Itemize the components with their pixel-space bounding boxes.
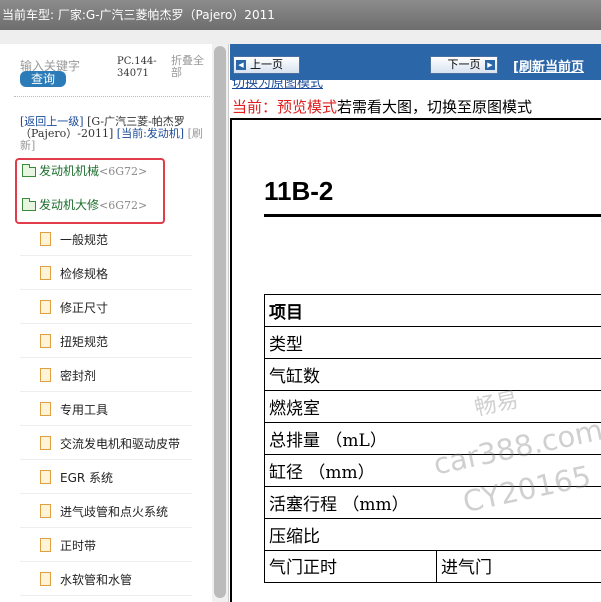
table-row: 燃烧室	[264, 390, 601, 423]
prev-page-button[interactable]: ◀ 上一页	[233, 56, 300, 74]
list-item[interactable]: 密封剂	[20, 358, 192, 392]
collapse-all-link[interactable]: 折叠全部	[171, 55, 211, 79]
next-page-label: 下一页	[447, 58, 481, 71]
table-cell: 活塞行程 （mm）	[264, 486, 601, 519]
refresh-page-link[interactable]: [刷新当前页	[513, 56, 584, 75]
preview-mode-label: 当前：预览模式	[232, 98, 338, 116]
document-icon	[40, 232, 51, 246]
list-item-label: 水软管和水管	[60, 573, 133, 587]
document-icon	[40, 300, 51, 314]
document-icon	[40, 572, 51, 586]
list-item-label: EGR 系统	[60, 471, 114, 485]
list-item-label: 密封剂	[60, 369, 97, 383]
arrow-left-icon: ◀	[236, 60, 246, 70]
list-item[interactable]: 水软管和水管	[20, 562, 192, 596]
document-icon	[40, 402, 51, 416]
window-title: 当前车型: 厂家:G-广汽三菱帕杰罗（Pajero）2011	[0, 0, 601, 30]
folder-code: <6G72>	[99, 165, 148, 178]
spacer-bar	[0, 30, 601, 44]
table-row: 气缸数	[264, 358, 601, 391]
sidebar: 输入关键字 查询 PC.144-34071 折叠全部 [返回上一级] [G-广汽…	[0, 44, 229, 602]
list-item-label: 专用工具	[60, 403, 109, 417]
folder-item-engine-overhaul[interactable]: 发动机大修<6G72>	[22, 196, 147, 214]
list-item[interactable]: 交流发电机和驱动皮带	[20, 426, 192, 460]
table-cell: 进气门	[436, 550, 601, 583]
table-cell: 气门正时	[264, 550, 437, 583]
document-icon	[40, 436, 51, 450]
folder-code: <6G72>	[99, 199, 148, 212]
list-item-label: 修正尺寸	[60, 301, 109, 315]
folder-label: 发动机大修	[39, 198, 100, 212]
current-prefix: [当前:	[116, 127, 147, 140]
list-item-label: 扭矩规范	[60, 335, 109, 349]
table-cell: 燃烧室	[264, 390, 601, 423]
table-row: 类型	[264, 326, 601, 359]
divider	[14, 96, 210, 97]
table-row: 活塞行程 （mm）	[264, 486, 601, 519]
document-icon	[40, 368, 51, 382]
list-item[interactable]: EGR 系统	[20, 460, 192, 494]
table-row: 缸径 （mm）	[264, 454, 601, 487]
list-item-label: 交流发电机和驱动皮带	[60, 437, 181, 451]
toolbar: ◀ 上一页 下一页 ▶ [刷新当前页	[230, 44, 601, 80]
list-item[interactable]: 修正尺寸	[20, 290, 192, 324]
document-icon	[40, 470, 51, 484]
prev-page-label: 上一页	[250, 58, 283, 71]
list-item[interactable]: 一般规范	[20, 222, 192, 256]
next-page-button[interactable]: 下一页 ▶	[430, 56, 498, 74]
list-item-label: 一般规范	[60, 233, 109, 247]
table-cell: 缸径 （mm）	[264, 454, 601, 487]
document-icon	[40, 504, 51, 518]
document-icon	[40, 538, 51, 552]
scrollbar-thumb[interactable]	[214, 46, 226, 598]
table-cell: 总排量 （mL）	[264, 422, 601, 455]
list-item[interactable]: 进气歧管和点火系统	[20, 494, 192, 528]
table-row: 总排量 （mL）	[264, 422, 601, 455]
folder-icon	[22, 163, 36, 177]
document-icon	[40, 334, 51, 348]
spec-table: 项目 类型 气缸数 燃烧室 总排量 （mL） 缸径 （mm） 活塞行程 （mm） 压缩比 气门…	[264, 294, 601, 583]
list-item-label: 进气歧管和点火系统	[60, 505, 169, 519]
breadcrumb: [返回上一级] [G-广汽三菱-帕杰罗（Pajero）-2011] [当前:发动…	[20, 116, 210, 152]
switch-mode-link[interactable]: 切换为原图模式	[232, 80, 323, 91]
part-code: PC.144-34071	[117, 56, 157, 79]
folder-label: 发动机机械	[39, 164, 100, 178]
list-item[interactable]: 检修规格	[20, 256, 192, 290]
page-heading: 11B-2	[264, 176, 334, 206]
table-row: 气门正时 进气门	[264, 550, 601, 583]
table-cell: 类型	[264, 326, 601, 359]
list-item[interactable]: 正时带	[20, 528, 192, 562]
folder-item-engine-mechanical[interactable]: 发动机机械<6G72>	[22, 162, 147, 180]
table-row: 项目	[264, 294, 601, 327]
search-button[interactable]: 查询	[20, 71, 66, 87]
current-name: 发动机]	[146, 127, 185, 140]
list-item-label: 检修规格	[60, 267, 109, 281]
heading-rule	[264, 214, 601, 217]
folder-icon	[22, 197, 36, 211]
document-icon	[40, 266, 51, 280]
arrow-right-icon: ▶	[485, 60, 495, 70]
table-cell: 项目	[264, 294, 601, 327]
table-row: 压缩比	[264, 518, 601, 551]
list-item-label: 正时带	[60, 539, 97, 553]
table-cell: 气缸数	[264, 358, 601, 391]
mode-hint: 若需看大图，切换至原图模式	[337, 98, 533, 116]
list-item[interactable]: 扭矩规范	[20, 324, 192, 358]
table-cell: 压缩比	[264, 518, 601, 551]
mode-status: 当前：预览模式若需看大图，切换至原图模式	[232, 96, 532, 117]
document-viewer: 11B-2 项目 类型 气缸数 燃烧室 总排量 （mL） 缸径 （mm） 活塞行程 （mm）…	[230, 118, 601, 602]
list-item[interactable]: 专用工具	[20, 392, 192, 426]
